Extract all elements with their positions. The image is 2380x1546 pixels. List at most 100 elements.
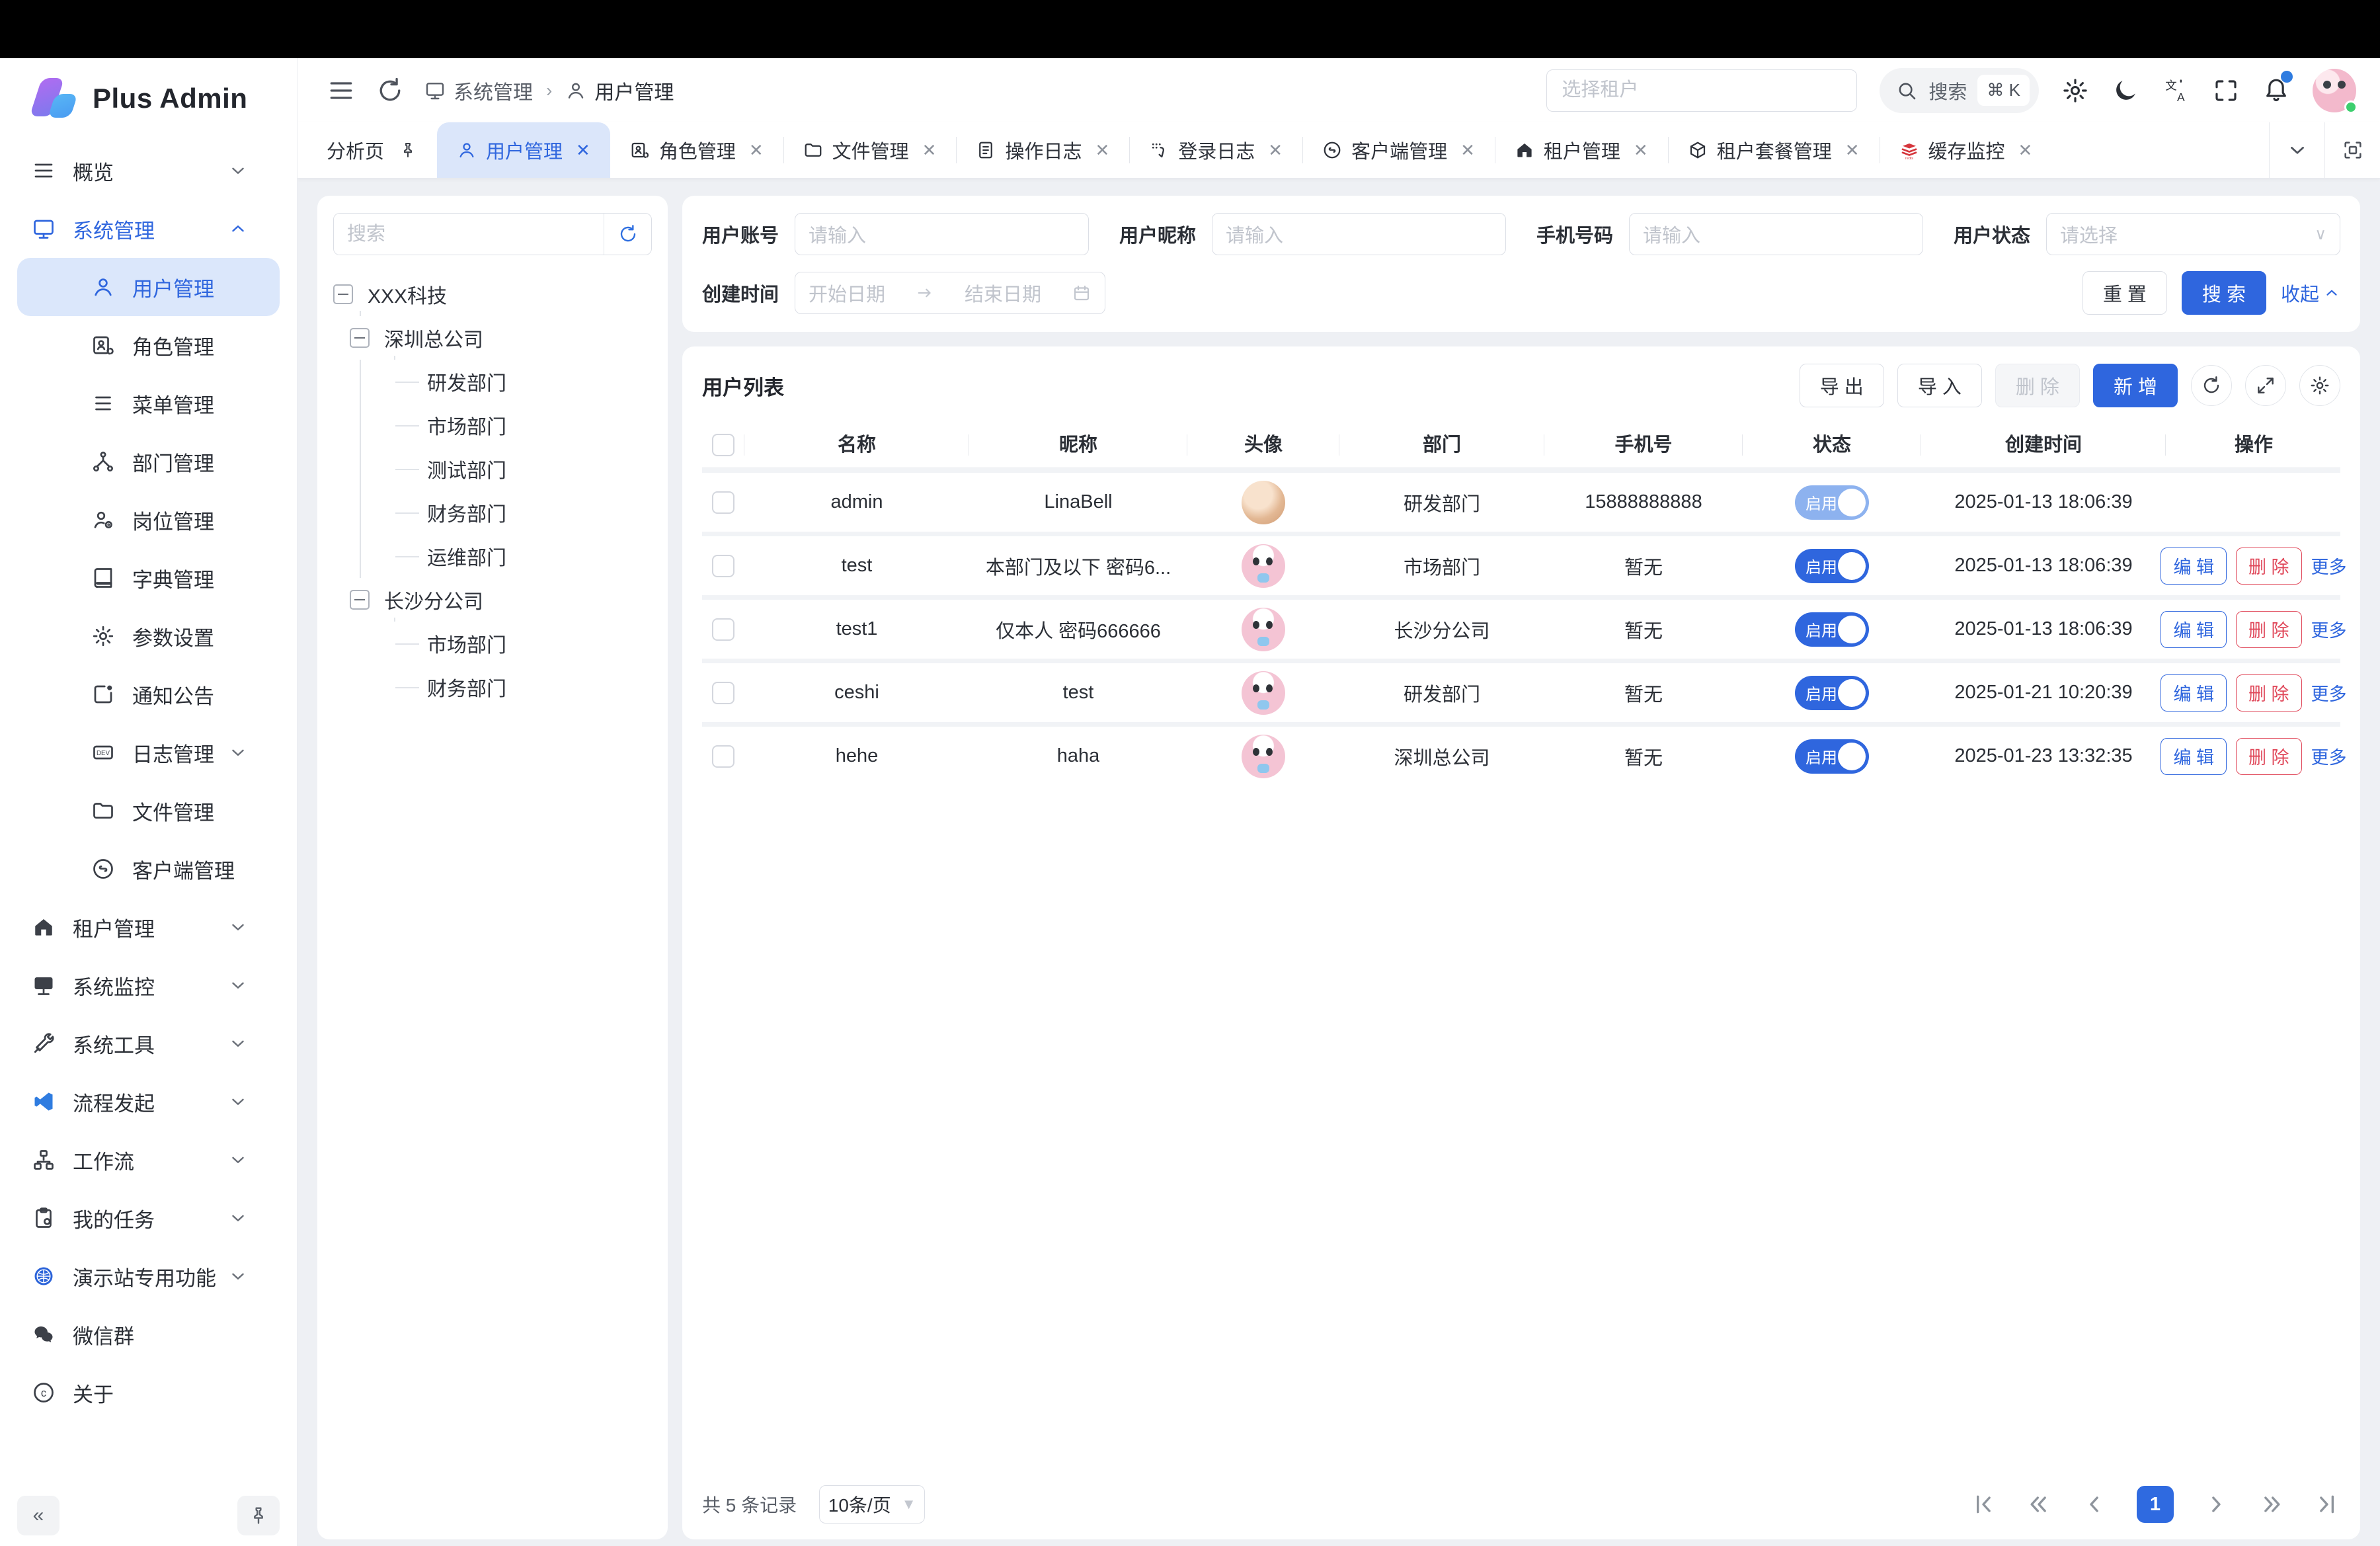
fast-next-button[interactable] — [2258, 1491, 2285, 1518]
fullscreen-icon[interactable] — [2212, 77, 2240, 104]
settings-gear-icon[interactable] — [2061, 77, 2089, 104]
tab-close-icon[interactable]: ✕ — [2018, 140, 2033, 161]
tenant-select-input[interactable] — [1546, 69, 1857, 112]
content-maximize-button[interactable] — [2324, 122, 2380, 178]
collapse-filters-link[interactable]: 收起 — [2281, 279, 2340, 307]
prev-page-button[interactable] — [2081, 1491, 2108, 1518]
sidebar-item-流程发起[interactable]: 流程发起 — [17, 1073, 280, 1131]
breadcrumb-item[interactable]: 系统管理 — [424, 76, 533, 105]
sidebar-item-演示站专用功能[interactable]: 演示站专用功能 — [17, 1247, 280, 1305]
delete-button[interactable]: 删 除 — [2236, 611, 2302, 648]
sidebar-item-岗位管理[interactable]: 岗位管理 — [17, 491, 280, 549]
delete-button[interactable]: 删 除 — [2236, 548, 2302, 585]
first-page-button[interactable] — [1970, 1491, 1997, 1518]
next-page-button[interactable] — [2203, 1491, 2229, 1518]
tab-close-icon[interactable]: ✕ — [576, 140, 590, 161]
tree-node-深圳总公司[interactable]: 深圳总公司 — [350, 316, 652, 360]
add-button[interactable]: 新 增 — [2093, 364, 2178, 407]
tree-collapse-icon[interactable] — [333, 284, 353, 304]
filter-select-用户状态[interactable]: 请选择∨ — [2046, 213, 2340, 255]
tab-close-icon[interactable]: ✕ — [1845, 140, 1860, 161]
tree-node-市场部门[interactable]: 市场部门 — [394, 622, 652, 665]
tab-close-icon[interactable]: ✕ — [1268, 140, 1283, 161]
tab-角色管理[interactable]: 角色管理✕ — [610, 122, 783, 178]
tree-collapse-icon[interactable] — [350, 590, 370, 610]
select-all-checkbox[interactable] — [712, 434, 734, 456]
reset-button[interactable]: 重 置 — [2082, 271, 2167, 315]
menu-toggle-icon[interactable] — [327, 76, 356, 105]
sidebar-item-日志管理[interactable]: DEV日志管理 — [17, 723, 280, 782]
row-checkbox[interactable] — [712, 491, 734, 514]
row-checkbox[interactable] — [712, 618, 734, 641]
tree-node-研发部门[interactable]: 研发部门 — [394, 360, 652, 403]
refresh-icon[interactable] — [376, 76, 405, 105]
tree-node-测试部门[interactable]: 测试部门 — [394, 447, 652, 491]
tab-用户管理[interactable]: 用户管理✕ — [437, 122, 610, 178]
tree-search-input[interactable] — [334, 214, 604, 255]
sidebar-item-客户端管理[interactable]: 客户端管理 — [17, 840, 280, 898]
filter-input-用户昵称[interactable]: 请输入 — [1212, 213, 1506, 255]
sidebar-item-部门管理[interactable]: 部门管理 — [17, 432, 280, 491]
sidebar-item-租户管理[interactable]: 租户管理 — [17, 898, 280, 956]
tab-缓存监控[interactable]: redis缓存监控✕ — [1880, 122, 2053, 178]
delete-button[interactable]: 删 除 — [2236, 674, 2302, 712]
sidebar-item-关于[interactable]: c关于 — [17, 1363, 280, 1422]
filter-input-手机号码[interactable]: 请输入 — [1629, 213, 1923, 255]
tab-登录日志[interactable]: 登录日志✕ — [1129, 122, 1302, 178]
tree-node-长沙分公司[interactable]: 长沙分公司 — [350, 578, 652, 622]
edit-button[interactable]: 编 辑 — [2161, 611, 2227, 648]
sidebar-collapse-button[interactable]: « — [17, 1496, 60, 1535]
sidebar-item-概览[interactable]: 概览 — [17, 142, 280, 200]
user-avatar[interactable] — [2313, 69, 2356, 112]
sidebar-item-我的任务[interactable]: 我的任务 — [17, 1189, 280, 1247]
row-checkbox[interactable] — [712, 682, 734, 704]
status-toggle[interactable]: 启用 — [1795, 676, 1869, 710]
filter-input-用户账号[interactable]: 请输入 — [795, 213, 1089, 255]
sidebar-item-参数设置[interactable]: 参数设置 — [17, 607, 280, 665]
more-button[interactable]: 更多 — [2311, 553, 2347, 579]
tab-租户套餐管理[interactable]: 租户套餐管理✕ — [1668, 122, 1880, 178]
table-settings-button[interactable] — [2299, 365, 2340, 406]
breadcrumb-item[interactable]: 用户管理 — [565, 76, 674, 105]
sidebar-item-微信群[interactable]: 微信群 — [17, 1305, 280, 1363]
tree-refresh-button[interactable] — [604, 214, 651, 255]
tab-操作日志[interactable]: 操作日志✕ — [956, 122, 1129, 178]
fast-prev-button[interactable] — [2026, 1491, 2052, 1518]
edit-button[interactable]: 编 辑 — [2161, 738, 2227, 775]
export-button[interactable]: 导 出 — [1800, 364, 1884, 407]
table-expand-button[interactable] — [2245, 365, 2286, 406]
tab-close-icon[interactable]: ✕ — [749, 140, 764, 161]
more-button[interactable]: 更多 — [2311, 616, 2347, 642]
sidebar-item-角色管理[interactable]: 角色管理 — [17, 316, 280, 374]
sidebar-item-系统监控[interactable]: 系统监控 — [17, 956, 280, 1014]
row-checkbox[interactable] — [712, 745, 734, 768]
sidebar-item-系统工具[interactable]: 系统工具 — [17, 1014, 280, 1073]
status-toggle[interactable]: 启用 — [1795, 739, 1869, 774]
edit-button[interactable]: 编 辑 — [2161, 674, 2227, 712]
date-range-picker[interactable]: 开始日期 结束日期 — [795, 272, 1105, 314]
current-page-button[interactable]: 1 — [2137, 1486, 2174, 1523]
sidebar-item-菜单管理[interactable]: 菜单管理 — [17, 374, 280, 432]
tree-node-财务部门[interactable]: 财务部门 — [394, 665, 652, 709]
delete-button[interactable]: 删 除 — [2236, 738, 2302, 775]
tab-close-icon[interactable]: ✕ — [1460, 140, 1475, 161]
sidebar-item-用户管理[interactable]: 用户管理 — [17, 258, 280, 316]
status-toggle[interactable]: 启用 — [1795, 485, 1869, 520]
row-checkbox[interactable] — [712, 555, 734, 577]
table-refresh-button[interactable] — [2191, 365, 2232, 406]
status-toggle[interactable]: 启用 — [1795, 612, 1869, 647]
status-toggle[interactable]: 启用 — [1795, 549, 1869, 583]
tree-node-运维部门[interactable]: 运维部门 — [394, 534, 652, 578]
more-button[interactable]: 更多 — [2311, 680, 2347, 706]
tab-客户端管理[interactable]: 客户端管理✕ — [1302, 122, 1495, 178]
tree-node-财务部门[interactable]: 财务部门 — [394, 491, 652, 534]
import-button[interactable]: 导 入 — [1897, 364, 1982, 407]
tree-node-XXX科技[interactable]: XXX科技 — [333, 272, 652, 316]
language-translate-icon[interactable]: 文A — [2162, 77, 2190, 104]
bulk-delete-button[interactable]: 删 除 — [1995, 364, 2080, 407]
sidebar-item-文件管理[interactable]: 文件管理 — [17, 782, 280, 840]
tabs-dropdown-button[interactable] — [2269, 122, 2324, 178]
tab-close-icon[interactable]: ✕ — [922, 140, 937, 161]
tree-collapse-icon[interactable] — [350, 328, 370, 348]
sidebar-item-字典管理[interactable]: 字典管理 — [17, 549, 280, 607]
